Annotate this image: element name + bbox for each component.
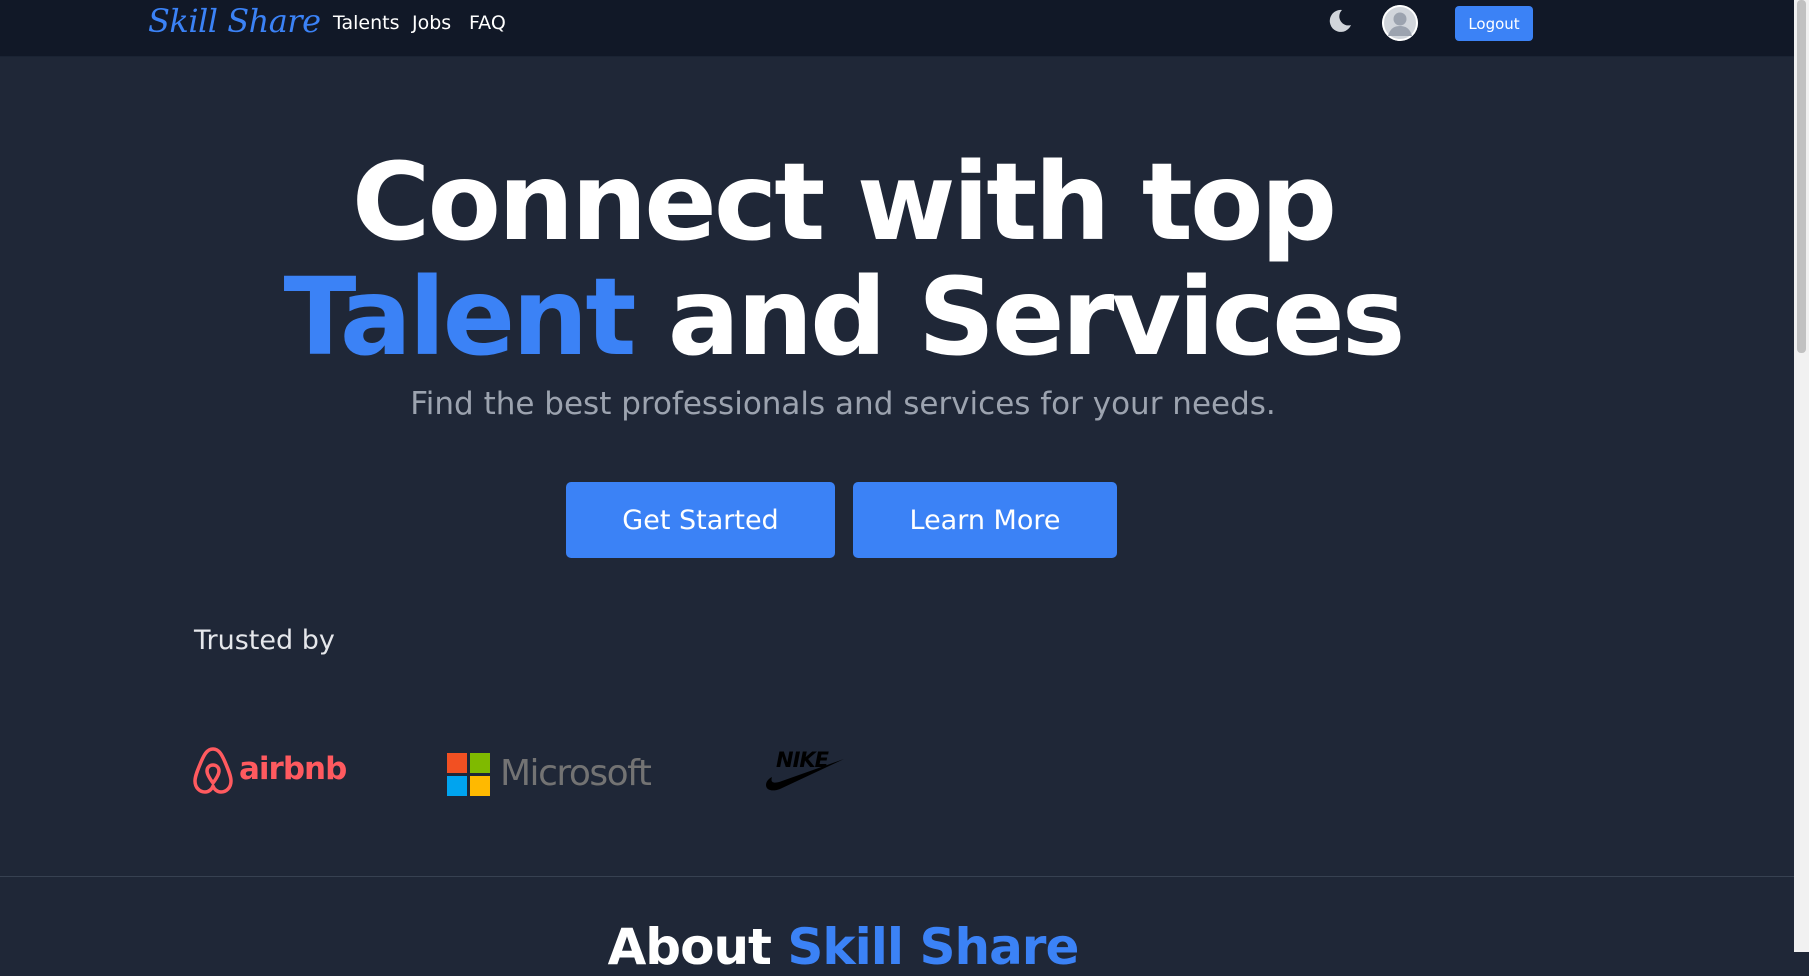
brand-logo[interactable]: Skill Share <box>148 2 321 40</box>
section-divider <box>0 876 1794 877</box>
nav-link-talents[interactable]: Talents <box>333 12 399 34</box>
about-heading: About Skill Share <box>0 918 1686 976</box>
moon-icon[interactable] <box>1324 6 1354 36</box>
about-heading-plain: About <box>607 918 772 976</box>
hero-subtitle: Find the best professionals and services… <box>410 386 1276 422</box>
nike-wordmark: NIKE <box>776 748 829 772</box>
nav-link-jobs[interactable]: Jobs <box>412 12 451 34</box>
hero-headline-line1: Connect with top <box>351 141 1337 265</box>
page-scrollbar[interactable] <box>1794 0 1809 952</box>
trusted-by-title: Trusted by <box>194 625 335 656</box>
about-heading-accent: Skill Share <box>787 918 1079 976</box>
nav-link-faq[interactable]: FAQ <box>469 12 506 34</box>
hero-headline-rest: and Services <box>667 256 1406 380</box>
logout-button[interactable]: Logout <box>1455 6 1533 41</box>
nike-logo: NIKE <box>764 745 846 795</box>
top-navbar: Skill Share Talents Jobs FAQ Logout <box>0 0 1794 57</box>
learn-more-button[interactable]: Learn More <box>853 482 1117 558</box>
user-avatar-icon[interactable] <box>1382 5 1418 41</box>
microsoft-logo: Microsoft <box>447 745 652 796</box>
microsoft-wordmark: Microsoft <box>500 753 652 794</box>
hero-headline-accent: Talent <box>283 256 637 380</box>
hero-headline-line2: Talent and Services <box>0 265 1686 372</box>
get-started-button[interactable]: Get Started <box>566 482 835 558</box>
scrollbar-thumb[interactable] <box>1797 0 1806 353</box>
airbnb-logo: airbnb <box>193 745 347 795</box>
airbnb-wordmark: airbnb <box>239 751 347 787</box>
